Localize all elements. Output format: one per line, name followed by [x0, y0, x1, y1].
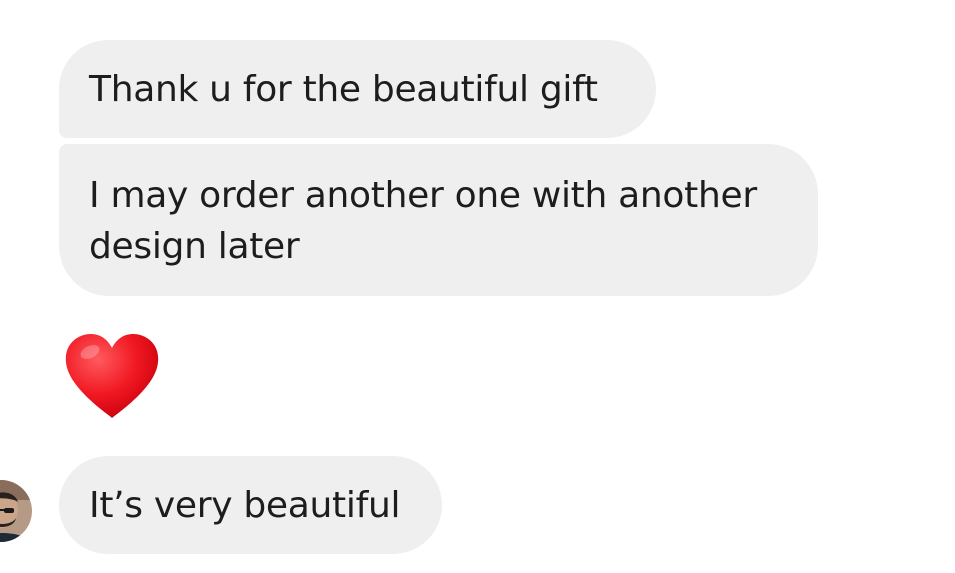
message-bubble[interactable]: It’s very beautiful	[59, 456, 442, 554]
message-text: I may order another one with another des…	[89, 175, 757, 267]
red-heart-icon[interactable]	[62, 332, 162, 422]
message-bubble[interactable]: Thank u for the beautiful gift	[59, 40, 656, 138]
avatar-icon	[0, 480, 32, 542]
user-avatar[interactable]	[0, 480, 32, 542]
message-bubble[interactable]: I may order another one with another des…	[59, 144, 818, 296]
message-text: Thank u for the beautiful gift	[89, 69, 598, 110]
message-text: It’s very beautiful	[89, 485, 401, 526]
